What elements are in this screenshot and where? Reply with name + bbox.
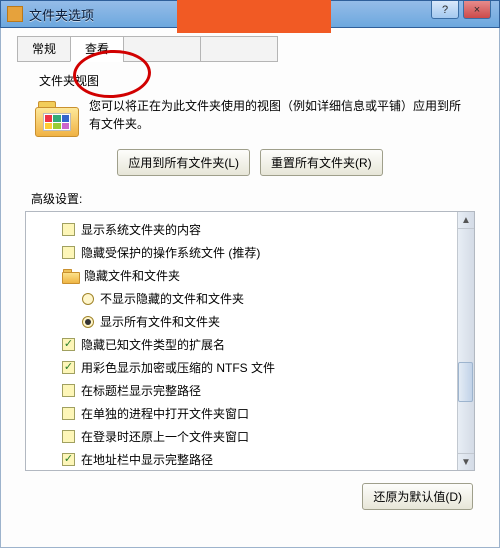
redaction-block <box>177 0 331 33</box>
apply-to-all-button[interactable]: 应用到所有文件夹(L) <box>117 149 250 176</box>
scroll-up-icon[interactable]: ▲ <box>458 212 474 229</box>
advanced-settings-label: 高级设置: <box>31 190 487 207</box>
tree-item-3[interactable]: 不显示隐藏的文件和文件夹 <box>36 287 470 310</box>
title-bar: 文件夹选项 ? × <box>0 0 500 28</box>
tree-item-1[interactable]: 隐藏受保护的操作系统文件 (推荐) <box>36 241 470 264</box>
tree-item-label: 在登录时还原上一个文件夹窗口 <box>81 428 249 445</box>
close-button[interactable]: × <box>463 1 491 19</box>
radio-icon[interactable] <box>82 293 94 305</box>
checkbox-icon[interactable] <box>62 407 75 420</box>
tree-content: 显示系统文件夹的内容隐藏受保护的操作系统文件 (推荐) 隐藏文件和文件夹不显示隐藏… <box>26 212 474 471</box>
checkbox-icon[interactable] <box>62 384 75 397</box>
radio-icon[interactable] <box>82 316 94 328</box>
advanced-settings-tree: 显示系统文件夹的内容隐藏受保护的操作系统文件 (推荐) 隐藏文件和文件夹不显示隐藏… <box>25 211 475 471</box>
view-buttons-row: 应用到所有文件夹(L) 重置所有文件夹(R) <box>13 149 487 176</box>
tree-item-label: 隐藏文件和文件夹 <box>84 267 180 284</box>
section-label-view: 文件夹视图 <box>39 72 487 89</box>
checkbox-icon[interactable] <box>62 361 75 374</box>
window-body: 常规 查看 文件类型 脱机文件 文件夹视图 您可以将正在为此文件夹使用的视图（例… <box>0 28 500 548</box>
tree-item-7[interactable]: 在标题栏显示完整路径 <box>36 379 470 402</box>
tree-item-9[interactable]: 在登录时还原上一个文件夹窗口 <box>36 425 470 448</box>
tab-filetypes[interactable]: 文件类型 <box>123 36 201 62</box>
checkbox-icon[interactable] <box>62 246 75 259</box>
help-button[interactable]: ? <box>431 1 459 19</box>
tree-item-0[interactable]: 显示系统文件夹的内容 <box>36 218 470 241</box>
scrollbar[interactable]: ▲ ▼ <box>457 212 474 470</box>
reset-all-button[interactable]: 重置所有文件夹(R) <box>260 149 383 176</box>
tree-item-label: 在标题栏显示完整路径 <box>81 382 201 399</box>
tree-item-label: 不显示隐藏的文件和文件夹 <box>100 290 244 307</box>
tree-item-label: 在单独的进程中打开文件夹窗口 <box>81 405 249 422</box>
checkbox-icon[interactable] <box>62 453 75 466</box>
tab-view[interactable]: 查看 <box>70 36 124 62</box>
tree-item-label: 用彩色显示加密或压缩的 NTFS 文件 <box>81 359 275 376</box>
tab-general[interactable]: 常规 <box>17 36 71 62</box>
caption-buttons: ? × <box>431 1 491 19</box>
checkbox-icon[interactable] <box>62 338 75 351</box>
tree-item-8[interactable]: 在单独的进程中打开文件夹窗口 <box>36 402 470 425</box>
info-text: 您可以将正在为此文件夹使用的视图（例如详细信息或平铺）应用到所有文件夹。 <box>89 97 479 133</box>
tree-item-10[interactable]: 在地址栏中显示完整路径 <box>36 448 470 471</box>
tree-item-4[interactable]: 显示所有文件和文件夹 <box>36 310 470 333</box>
restore-row: 还原为默认值(D) <box>13 483 473 510</box>
scroll-thumb[interactable] <box>458 362 473 402</box>
tree-item-label: 显示系统文件夹的内容 <box>81 221 201 238</box>
checkbox-icon[interactable] <box>62 430 75 443</box>
tree-item-label: 隐藏已知文件类型的扩展名 <box>81 336 225 353</box>
tab-other[interactable]: 脱机文件 <box>200 36 278 62</box>
scroll-down-icon[interactable]: ▼ <box>458 453 474 470</box>
checkbox-icon[interactable] <box>62 223 75 236</box>
tree-item-6[interactable]: 用彩色显示加密或压缩的 NTFS 文件 <box>36 356 470 379</box>
tree-item-label: 显示所有文件和文件夹 <box>100 313 220 330</box>
folder-icon[interactable] <box>62 269 78 282</box>
folder-view-info: 您可以将正在为此文件夹使用的视图（例如详细信息或平铺）应用到所有文件夹。 <box>21 93 479 139</box>
tree-item-label: 在地址栏中显示完整路径 <box>81 451 213 468</box>
tree-item-5[interactable]: 隐藏已知文件类型的扩展名 <box>36 333 470 356</box>
tab-strip: 常规 查看 文件类型 脱机文件 <box>17 36 487 62</box>
tree-item-label: 隐藏受保护的操作系统文件 (推荐) <box>81 244 260 261</box>
folder-views-icon <box>35 101 79 139</box>
window-title: 文件夹选项 <box>29 5 94 24</box>
window-icon <box>7 6 23 22</box>
restore-defaults-button[interactable]: 还原为默认值(D) <box>362 483 473 510</box>
tree-item-2[interactable]: 隐藏文件和文件夹 <box>36 264 470 287</box>
